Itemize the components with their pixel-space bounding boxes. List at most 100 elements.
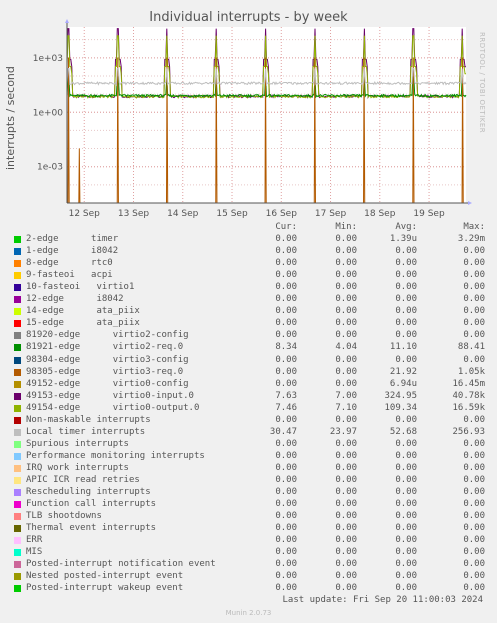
legend-row: 12-edge i8042 0.00 0.00 0.00 0.00: [0, 294, 497, 306]
legend-label: Spurious interrupts: [26, 438, 129, 449]
legend-avg-value: 0.00: [395, 330, 417, 341]
legend-label: Thermal event interrupts: [26, 523, 157, 534]
legend-avg-value: 0.00: [395, 450, 417, 461]
legend-row: IRQ work interrupts 0.00 0.00 0.00 0.00: [0, 463, 497, 475]
legend-max-value: 3.29m: [457, 234, 485, 244]
legend-row: 14-edge ata_piix 0.00 0.00 0.00 0.00: [0, 306, 497, 318]
legend-label: Function call interrupts: [26, 499, 157, 510]
legend-swatch: [14, 428, 21, 436]
legend-label: APIC ICR read retries: [26, 475, 140, 485]
y-tick-label: 1e+00: [33, 108, 64, 118]
legend-avg-value: 1.39u: [389, 234, 417, 244]
legend-row: Nested posted-interrupt event 0.00 0.00 0.0…: [0, 571, 497, 583]
legend-max-value: 0.00: [463, 571, 485, 582]
legend-max-value: 0.00: [463, 282, 485, 293]
legend-max-value: 0.00: [463, 462, 485, 473]
legend-label: 98304-edge virtio3-config: [26, 354, 189, 365]
legend-avg-value: 0.00: [395, 559, 417, 570]
legend-avg-value: 0.00: [395, 462, 417, 473]
x-tick-label: 17 Sep: [315, 209, 347, 219]
legend-max-value: 40.78k: [452, 390, 485, 401]
x-tick-label: 18 Sep: [364, 209, 396, 219]
legend-column-header: Max:: [463, 222, 485, 232]
x-axis-arrow: [468, 201, 472, 205]
legend-avg-value: 0.00: [395, 414, 417, 425]
x-tick-label: 15 Sep: [216, 209, 248, 219]
legend-avg-value: 0.00: [395, 487, 417, 498]
legend-swatch: [14, 537, 21, 545]
legend-label: Local timer interrupts: [26, 426, 146, 437]
legend-max-value: 0.00: [463, 559, 485, 570]
x-tick-label: 14 Sep: [167, 209, 199, 219]
legend-swatch: [14, 368, 21, 376]
legend-label: Non-maskable interrupts: [26, 414, 151, 425]
legend-label: Nested posted-interrupt event: [26, 571, 184, 582]
legend-avg-value: 52.68: [389, 426, 417, 437]
legend-label: 81920-edge virtio2-config: [26, 330, 189, 341]
legend-row: 49152-edge virtio0-config 0.00 0.00 6.94u 16…: [0, 379, 497, 391]
legend-row: Non-maskable interrupts 0.00 0.00 0.00 0.00: [0, 415, 497, 427]
legend-max-value: 0.00: [463, 414, 485, 425]
legend-swatch: [14, 561, 21, 569]
legend-max-value: 256.93: [452, 426, 485, 437]
legend-row: Spurious interrupts 0.00 0.00 0.00 0.00: [0, 439, 497, 451]
legend-avg-value: 0.00: [395, 571, 417, 582]
legend-max-value: 0.00: [463, 318, 485, 329]
legend-label: IRQ work interrupts: [26, 462, 129, 473]
legend-row: 9-fasteoi acpi 0.00 0.00 0.00 0.00: [0, 270, 497, 282]
legend-row: 81921-edge virtio2-req.0 8.34 4.04 11.10 88.…: [0, 342, 497, 354]
x-tick-label: 12 Sep: [69, 209, 101, 219]
legend-max-value: 1.05k: [457, 366, 485, 377]
legend-row: 81920-edge virtio2-config 0.00 0.00 0.00 0.0…: [0, 330, 497, 342]
legend-label: 81921-edge virtio2-req.0: [26, 342, 184, 353]
legend-label: 9-fasteoi acpi: [26, 270, 113, 281]
legend-swatch: [14, 404, 21, 412]
legend-swatch: [14, 392, 21, 400]
legend-avg-value: 0.00: [395, 318, 417, 329]
munin-footer: Munin 2.0.73: [225, 609, 272, 617]
legend-avg-value: 0.00: [395, 499, 417, 510]
legend-avg-value: 0.00: [395, 523, 417, 534]
legend-max-value: 16.59k: [452, 402, 485, 413]
legend-row: 2-edge timer 0.00 0.00 1.39u 3.29m: [0, 234, 497, 246]
legend-swatch: [14, 525, 21, 533]
legend-avg-value: 0.00: [395, 583, 417, 594]
legend-avg-value: 0.00: [395, 282, 417, 293]
legend-swatch: [14, 440, 21, 448]
legend-avg-value: 11.10: [389, 342, 417, 353]
legend-swatch: [14, 513, 21, 521]
legend-avg-value: 0.00: [395, 475, 417, 485]
legend-max-value: 0.00: [463, 330, 485, 341]
legend-label: 14-edge ata_piix: [26, 306, 140, 317]
legend-swatch: [14, 236, 21, 243]
legend-avg-value: 0.00: [395, 354, 417, 365]
legend-row: Local timer interrupts 30.47 23.97 52.68 256…: [0, 427, 497, 439]
legend-max-value: 0.00: [463, 499, 485, 510]
legend-avg-value: 0.00: [395, 246, 417, 257]
legend-max-value: 0.00: [463, 246, 485, 257]
last-update: Last update: Fri Sep 20 11:00:03 2024: [282, 595, 483, 605]
legend-swatch: [14, 284, 21, 292]
interrupts-chart: 1e-03 1e+00 1e+03 12 Sep 13 Sep 14 Sep 15 Sep 1…: [33, 19, 472, 219]
legend-swatch: [14, 272, 21, 280]
legend-max-value: 16.45m: [452, 378, 485, 389]
legend-row: 49153-edge virtio0-input.0 7.63 7.00 324.95…: [0, 391, 497, 403]
legend-row: TLB shootdowns 0.00 0.00 0.00 0.00: [0, 511, 497, 523]
legend-label: MIS: [26, 547, 43, 558]
legend-max-value: 0.00: [463, 438, 485, 449]
legend-swatch: [14, 549, 21, 557]
legend-avg-value: 21.92: [389, 366, 417, 377]
legend-swatch: [14, 573, 21, 581]
legend-row: MIS 0.00 0.00 0.00 0.00: [0, 547, 497, 559]
legend-avg-value: 6.94u: [389, 378, 417, 389]
legend-label: 98305-edge virtio3-req.0: [26, 366, 184, 377]
legend-swatch: [14, 416, 21, 424]
legend-row: ERR 0.00 0.00 0.00 0.00: [0, 535, 497, 547]
legend-swatch: [14, 464, 21, 472]
legend-max-value: 0.00: [463, 583, 485, 594]
legend-swatch: [14, 452, 21, 460]
y-axis-arrow: [65, 19, 69, 23]
legend-swatch: [14, 332, 21, 340]
legend-swatch: [14, 489, 21, 497]
legend-max-value: 0.00: [463, 535, 485, 546]
